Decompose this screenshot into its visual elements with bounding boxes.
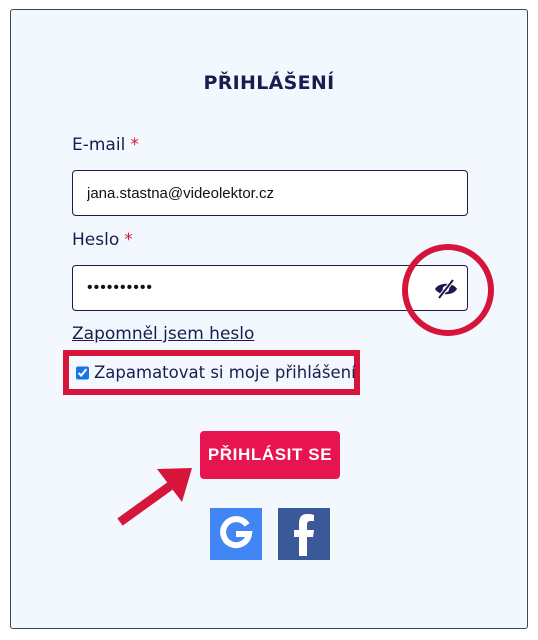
login-button[interactable]: PŘIHLÁSIT SE [200, 431, 340, 479]
required-mark: * [130, 135, 139, 155]
email-label-text: E-mail [72, 135, 126, 155]
highlight-circle [402, 244, 494, 336]
required-mark: * [124, 230, 133, 250]
password-label-text: Heslo [72, 230, 120, 250]
forgot-password-link[interactable]: Zapomněl jsem heslo [72, 324, 254, 344]
remember-me-label[interactable]: Zapamatovat si moje přihlášení [94, 363, 356, 382]
facebook-icon [294, 514, 314, 556]
page-title: PŘIHLÁŠENÍ [203, 72, 335, 94]
remember-me-checkbox[interactable] [76, 365, 89, 380]
google-icon [220, 516, 253, 549]
password-label: Heslo * [72, 230, 133, 250]
arrow-annotation-icon [117, 468, 192, 526]
facebook-login-button[interactable] [278, 508, 330, 560]
email-label: E-mail * [72, 135, 139, 155]
email-field[interactable] [72, 170, 468, 216]
google-login-button[interactable] [210, 508, 262, 560]
remember-me-highlight: Zapamatovat si moje přihlášení [63, 350, 360, 395]
